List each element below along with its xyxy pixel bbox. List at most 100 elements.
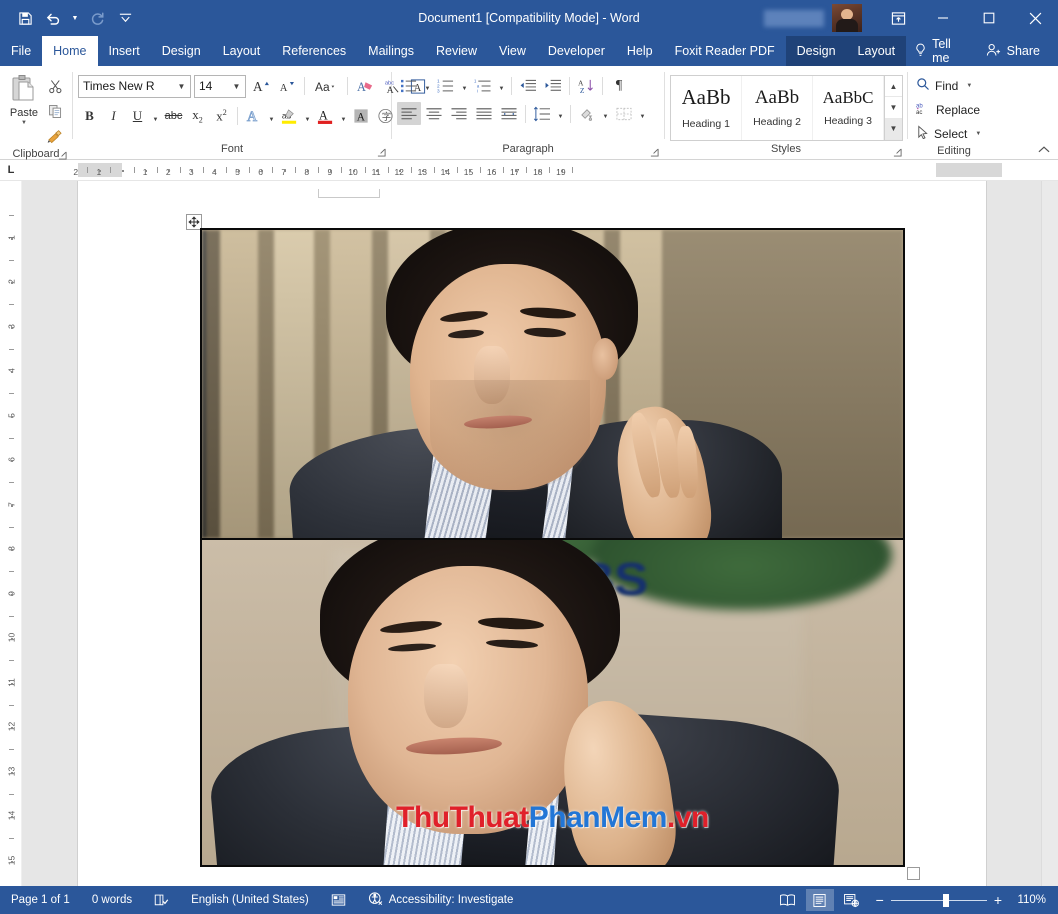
avatar[interactable] [832, 4, 862, 32]
image-table[interactable]: SBS [200, 228, 905, 867]
font-color-dropdown-icon[interactable]: ▼ [338, 105, 349, 128]
accessibility-status[interactable]: Accessibility: Investigate [357, 886, 525, 914]
shading-dropdown-icon[interactable]: ▼ [600, 102, 611, 125]
font-size-combo[interactable]: 14 ▼ [194, 75, 246, 98]
shading-icon[interactable] [575, 102, 599, 125]
shrink-font-icon[interactable]: A [275, 75, 298, 98]
increase-indent-icon[interactable] [541, 74, 565, 97]
borders-dropdown-icon[interactable]: ▼ [637, 102, 648, 125]
photo-man-smiling-sbs-backdrop[interactable]: SBS [202, 540, 903, 865]
font-name-combo[interactable]: Times New R ▼ [78, 75, 191, 98]
vertical-ruler[interactable]: 123456789101112131415 [0, 181, 22, 886]
chevron-down-icon[interactable]: ▼ [228, 82, 245, 91]
word-count[interactable]: 0 words [81, 886, 143, 914]
zoom-slider[interactable]: − + [876, 893, 1002, 907]
line-spacing-icon[interactable] [530, 102, 554, 125]
tab-review[interactable]: Review [425, 36, 488, 66]
justify-icon[interactable] [472, 102, 496, 125]
tab-references[interactable]: References [271, 36, 357, 66]
style-heading-3[interactable]: AaBbC Heading 3 [813, 76, 884, 140]
undo-dropdown-icon[interactable]: ▼ [68, 5, 82, 31]
tab-file[interactable]: File [0, 36, 42, 66]
tell-me-button[interactable]: Tell me [906, 36, 974, 66]
tab-view[interactable]: View [488, 36, 537, 66]
tab-home[interactable]: Home [42, 36, 97, 66]
clear-formatting-icon[interactable]: A [354, 75, 377, 98]
collapse-ribbon-icon[interactable] [1036, 141, 1052, 157]
highlight-dropdown-icon[interactable]: ▼ [302, 105, 313, 128]
strikethrough-icon[interactable]: abc [162, 105, 185, 128]
center-icon[interactable] [422, 102, 446, 125]
paragraph-dialog-launcher[interactable] [648, 146, 660, 158]
multilevel-list-dropdown-icon[interactable]: ▼ [496, 74, 507, 97]
text-effects-icon[interactable]: A [242, 105, 265, 128]
sort-icon[interactable]: A Z [574, 74, 598, 97]
restore-button[interactable] [966, 0, 1012, 36]
paste-dropdown-icon[interactable]: ▼ [21, 120, 27, 126]
text-highlight-color-icon[interactable]: ab [278, 105, 301, 128]
ruler-page-area[interactable] [122, 163, 936, 177]
zoom-track[interactable] [891, 900, 987, 901]
share-button[interactable]: Share [978, 36, 1048, 66]
ribbon-display-options-icon[interactable] [876, 0, 920, 36]
find-button[interactable]: Find ▼ [913, 75, 975, 96]
copy-icon[interactable] [43, 100, 67, 122]
show-formatting-marks-icon[interactable]: ¶ [607, 74, 631, 97]
horizontal-ruler-track[interactable]: 2112345678910111213141516171819 [22, 163, 1036, 177]
styles-dialog-launcher[interactable] [891, 146, 903, 158]
page-indicator[interactable]: Page 1 of 1 [0, 886, 81, 914]
style-heading-2[interactable]: AaBb Heading 2 [742, 76, 813, 140]
tab-insert[interactable]: Insert [98, 36, 151, 66]
tab-design[interactable]: Design [151, 36, 212, 66]
undo-icon[interactable] [40, 5, 66, 31]
table-row[interactable] [202, 230, 903, 540]
grow-font-icon[interactable]: A [249, 75, 272, 98]
record-macro-icon[interactable] [320, 886, 357, 914]
horizontal-ruler[interactable]: L 2112345678910111213141516171819 [0, 160, 1058, 181]
tab-developer[interactable]: Developer [537, 36, 616, 66]
font-color-icon[interactable]: A [314, 105, 337, 128]
numbering-dropdown-icon[interactable]: ▼ [459, 74, 470, 97]
zoom-in-button[interactable]: + [994, 893, 1002, 907]
styles-scroll-up-icon[interactable]: ▲ [885, 76, 902, 97]
distributed-icon[interactable] [497, 102, 521, 125]
proofing-errors-icon[interactable] [143, 886, 180, 914]
document-canvas[interactable]: SBS [22, 181, 1058, 886]
language-indicator[interactable]: English (United States) [180, 886, 320, 914]
decrease-indent-icon[interactable] [516, 74, 540, 97]
bullets-icon[interactable] [397, 74, 421, 97]
ruler-right-margin[interactable] [936, 163, 1002, 177]
multilevel-list-icon[interactable]: 1 a i [471, 74, 495, 97]
web-layout-view-button[interactable] [838, 889, 866, 911]
redo-icon[interactable] [84, 5, 110, 31]
close-button[interactable] [1012, 0, 1058, 36]
format-painter-icon[interactable] [43, 125, 67, 147]
style-heading-1[interactable]: AaBb Heading 1 [671, 76, 742, 140]
select-dropdown-icon[interactable]: ▼ [975, 131, 981, 137]
tab-layout[interactable]: Layout [212, 36, 272, 66]
cut-icon[interactable] [43, 75, 67, 97]
save-icon[interactable] [12, 5, 38, 31]
change-case-icon[interactable]: Aa [311, 75, 341, 98]
tab-mailings[interactable]: Mailings [357, 36, 425, 66]
find-dropdown-icon[interactable]: ▼ [966, 83, 972, 89]
tab-help[interactable]: Help [616, 36, 664, 66]
borders-icon[interactable] [612, 102, 636, 125]
zoom-thumb[interactable] [943, 894, 949, 907]
text-effects-dropdown-icon[interactable]: ▼ [266, 105, 277, 128]
minimize-button[interactable] [920, 0, 966, 36]
numbering-icon[interactable]: 1 2 3 [434, 74, 458, 97]
styles-scroll-down-icon[interactable]: ▼ [885, 97, 902, 118]
align-left-icon[interactable] [397, 102, 421, 125]
bullets-dropdown-icon[interactable]: ▼ [422, 74, 433, 97]
replace-button[interactable]: ab ac Replace [913, 99, 983, 120]
underline-dropdown-icon[interactable]: ▼ [150, 105, 161, 128]
superscript-icon[interactable]: x2 [210, 105, 233, 128]
print-layout-view-button[interactable] [806, 889, 834, 911]
styles-gallery[interactable]: AaBb Heading 1 AaBb Heading 2 AaBbC Head… [670, 75, 903, 141]
underline-icon[interactable]: U [126, 105, 149, 128]
align-right-icon[interactable] [447, 102, 471, 125]
subscript-icon[interactable]: x2 [186, 105, 209, 128]
tab-stop-selector[interactable]: L [0, 160, 22, 181]
table-resize-handle[interactable] [907, 867, 920, 880]
